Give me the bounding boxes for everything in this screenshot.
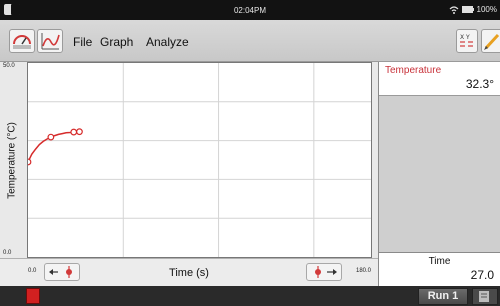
time-meter-header: Time 27.0	[379, 253, 500, 287]
menu-analyze[interactable]: Analyze	[146, 35, 189, 49]
y-min-tick: 0.0	[3, 250, 12, 256]
data-point-marker	[24, 158, 32, 166]
sensor-meter-icon[interactable]	[9, 29, 35, 53]
stop-button[interactable]	[26, 288, 40, 304]
temperature-meter[interactable]: Temperature 32.3°	[378, 62, 500, 252]
battery-percent: 100%	[476, 5, 497, 14]
temperature-meter-name: Temperature	[385, 65, 442, 76]
y-max-tick: 50.0	[3, 63, 15, 69]
temperature-meter-value: 32.3°	[465, 77, 494, 91]
data-point-marker	[70, 128, 78, 136]
svg-text:X Y: X Y	[460, 34, 470, 41]
menu-graph[interactable]: Graph	[100, 35, 133, 49]
table-view-icon[interactable]: X Y	[456, 29, 478, 53]
status-right: 100%	[449, 5, 497, 14]
run-menu-button[interactable]	[472, 288, 498, 305]
plot-area[interactable]	[24, 62, 372, 258]
pan-right-button[interactable]	[306, 263, 342, 281]
wifi-icon	[449, 5, 458, 14]
menu-file[interactable]: File	[73, 35, 92, 49]
time-meter[interactable]: Time 27.0	[378, 252, 500, 287]
temperature-meter-header: Temperature 32.3°	[379, 62, 500, 96]
battery-icon	[461, 6, 474, 13]
x-axis-bar: 0.0 Time (s) 180.0	[0, 258, 378, 286]
pencil-icon[interactable]	[481, 29, 500, 53]
bottom-bar: Run 1	[0, 286, 500, 306]
plot-svg	[24, 63, 371, 257]
time-meter-name: Time	[428, 256, 451, 267]
x-max-tick: 180.0	[356, 268, 372, 274]
data-point-marker	[47, 133, 55, 141]
graph-panel: 50.0 0.0 Temperature (°C) 0.0 Time (s) 1…	[0, 62, 378, 286]
data-point-marker	[76, 128, 83, 136]
status-bar: 02:04PM 100%	[0, 0, 500, 20]
y-axis-label: Temperature (°C)	[6, 122, 18, 199]
time-meter-value: 27.0	[470, 268, 494, 282]
toolbar: File Graph Analyze X Y	[0, 20, 500, 62]
status-clock: 02:04PM	[233, 6, 267, 15]
graph-view-icon[interactable]	[37, 29, 63, 53]
run-selector[interactable]: Run 1	[418, 288, 468, 305]
